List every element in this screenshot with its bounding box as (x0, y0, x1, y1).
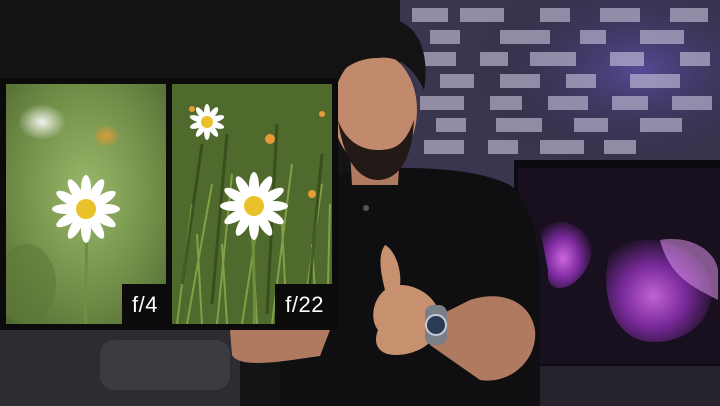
aperture-comparison-overlay: f/4 f/22 (0, 78, 338, 330)
aperture-label-f22: f/22 (275, 284, 332, 324)
television (514, 160, 720, 370)
video-frame: f/4 f/22 (0, 0, 720, 406)
daisy-photo-deep-depth: f/22 (172, 84, 332, 324)
daisy-photo-shallow-depth: f/4 (6, 84, 166, 324)
couch (0, 330, 240, 406)
aperture-label-f4: f/4 (122, 284, 166, 324)
tv-stand (520, 366, 720, 406)
